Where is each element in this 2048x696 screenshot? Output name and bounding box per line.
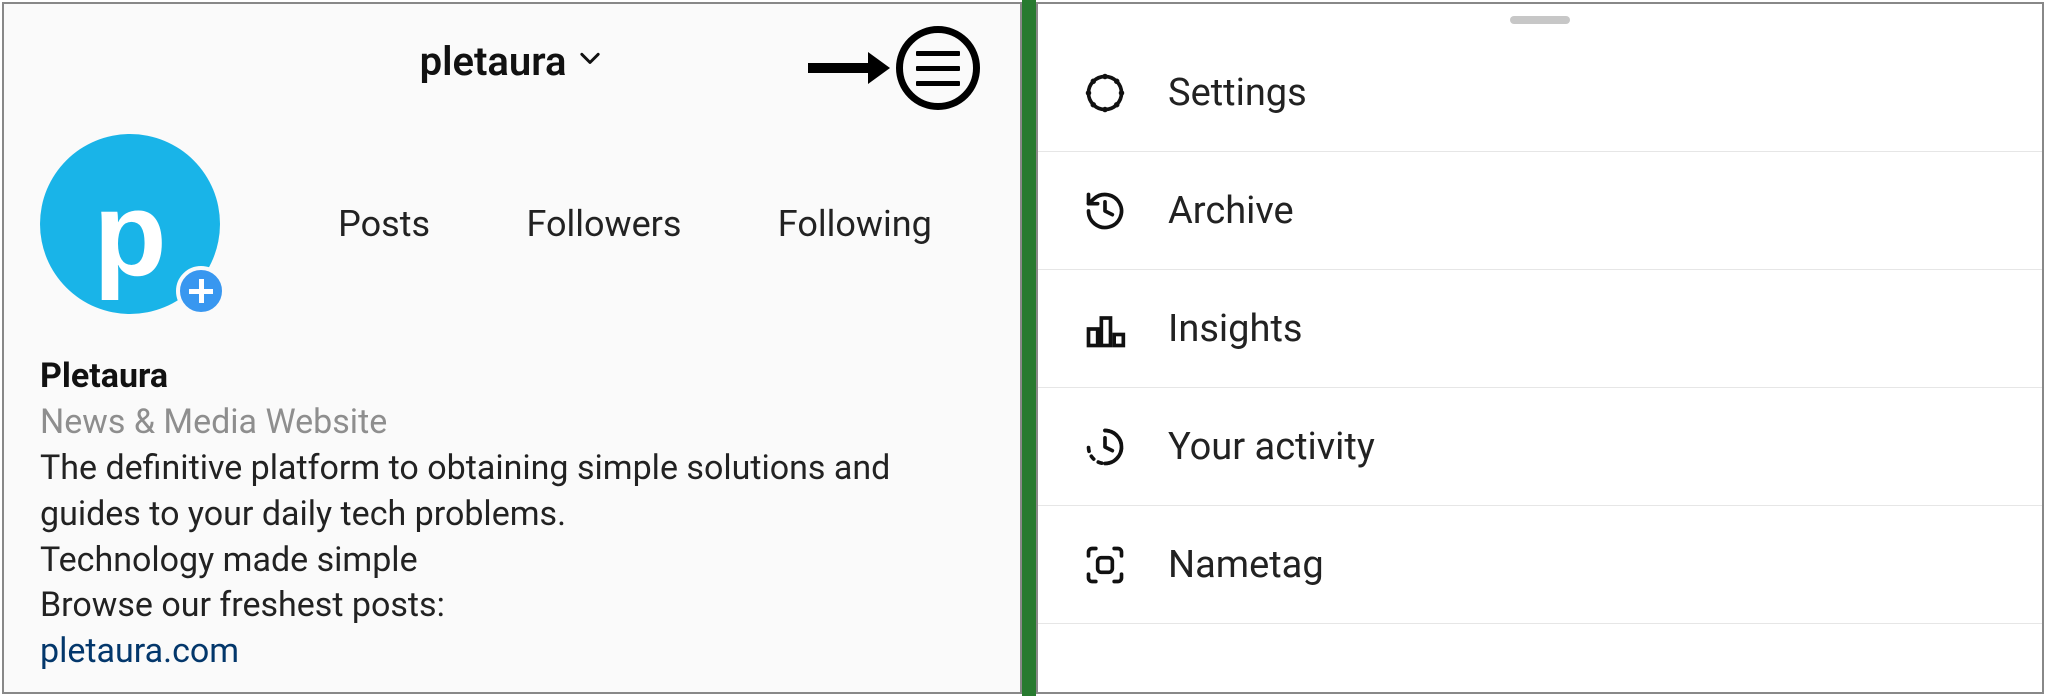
- menu-label: Archive: [1168, 189, 1294, 233]
- hamburger-icon: [916, 51, 960, 56]
- gear-icon: [1078, 66, 1132, 120]
- avatar-letter: p: [93, 174, 166, 294]
- nametag-icon: [1078, 538, 1132, 592]
- menu-item-activity[interactable]: Your activity: [1038, 388, 2042, 506]
- menu-item-nametag[interactable]: Nametag: [1038, 506, 2042, 624]
- menu-label: Nametag: [1168, 543, 1324, 587]
- sheet-handle[interactable]: [1510, 16, 1570, 24]
- bar-chart-icon: [1078, 302, 1132, 356]
- bio-section: Pletaura News & Media Website The defini…: [40, 354, 980, 675]
- profile-row: p Posts Followers Following: [40, 134, 980, 314]
- bio-line-3: Browse our freshest posts:: [40, 583, 980, 629]
- followers-stat[interactable]: Followers: [526, 203, 681, 245]
- chevron-down-icon[interactable]: [576, 45, 604, 77]
- annotation-arrow: [808, 26, 980, 110]
- bio-line-2: Technology made simple: [40, 538, 980, 584]
- menu-item-insights[interactable]: Insights: [1038, 270, 2042, 388]
- menu-label: Insights: [1168, 307, 1302, 351]
- add-story-icon[interactable]: [176, 266, 226, 316]
- menu-item-settings[interactable]: Settings: [1038, 34, 2042, 152]
- posts-stat[interactable]: Posts: [338, 203, 430, 245]
- hamburger-menu-button[interactable]: [896, 26, 980, 110]
- activity-clock-icon: [1078, 420, 1132, 474]
- username-label[interactable]: pletaura: [420, 38, 567, 85]
- profile-name: Pletaura: [40, 354, 980, 400]
- avatar[interactable]: p: [40, 134, 220, 314]
- following-stat[interactable]: Following: [778, 203, 932, 245]
- menu-label: Your activity: [1168, 425, 1375, 469]
- profile-screen: pletaura p Posts Followers Fol: [2, 2, 1022, 694]
- profile-category: News & Media Website: [40, 400, 980, 446]
- bio-link[interactable]: pletaura.com: [40, 629, 980, 675]
- panel-divider: [1022, 0, 1036, 696]
- menu-label: Settings: [1168, 71, 1307, 115]
- menu-item-archive[interactable]: Archive: [1038, 152, 2042, 270]
- stats-row: Posts Followers Following: [290, 203, 980, 245]
- menu-sheet: Settings Archive Insights Your activity: [1036, 2, 2044, 694]
- bio-line-1: The definitive platform to obtaining sim…: [40, 446, 980, 538]
- history-icon: [1078, 184, 1132, 238]
